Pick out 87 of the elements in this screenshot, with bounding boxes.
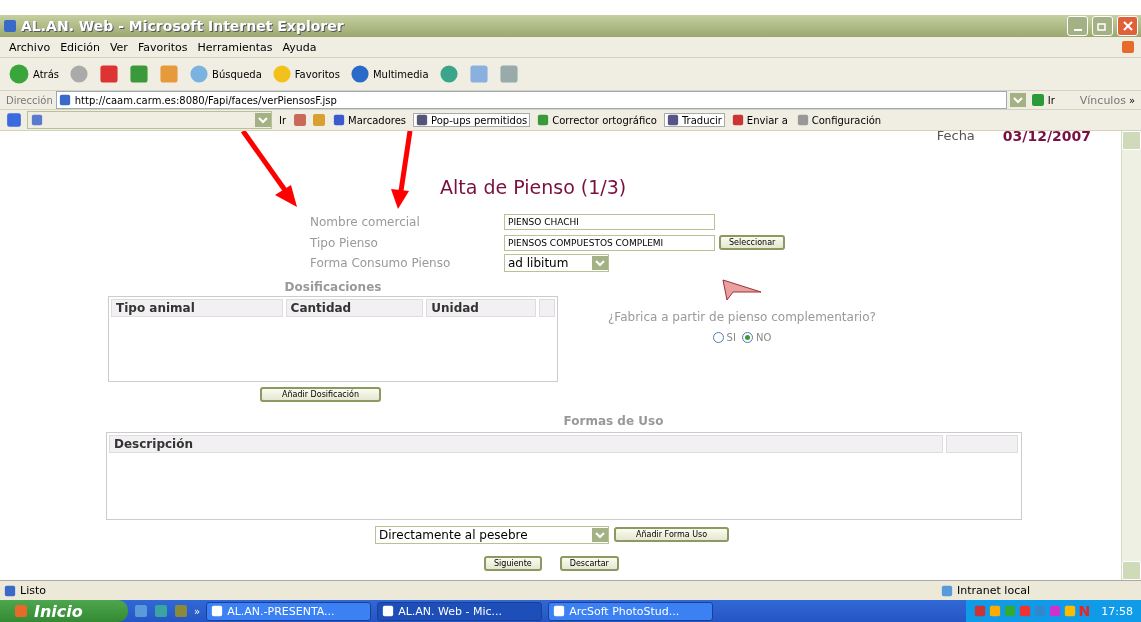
empty-column-header: [539, 298, 555, 317]
google-toolbar-button[interactable]: Corrector ortográfico: [535, 114, 659, 126]
toolbar-button[interactable]: Búsqueda: [187, 64, 264, 84]
select-field[interactable]: Directamente al pesebre: [375, 525, 609, 544]
section-title: Dosificaciones: [284, 279, 382, 294]
links-label[interactable]: Vínculos: [1079, 93, 1126, 107]
menu-item[interactable]: Herramientas: [194, 40, 276, 54]
toolbar-glyph-icon: [666, 114, 679, 126]
add-use-button[interactable]: Añadir Forma Uso: [614, 527, 730, 542]
close-button[interactable]: [1117, 16, 1138, 36]
taskbar-button[interactable]: AL.AN.-PRESENTA...: [206, 601, 372, 621]
field-label: Forma Consumo Pienso: [310, 256, 452, 271]
toolbar-glyph-icon: [312, 113, 327, 127]
column-header: Cantidad: [285, 298, 424, 317]
scroll-down-button[interactable]: [1122, 561, 1141, 580]
status-text: Listo: [20, 584, 47, 597]
window-title: AL.AN. Web - Microsoft Internet Explorer: [21, 18, 345, 34]
toolbar-glyph-icon: [293, 113, 308, 127]
field-label: Nombre comercial: [310, 215, 421, 230]
page-heading: Alta de Pienso (1/3): [440, 176, 628, 198]
empty-column-header: [946, 434, 1018, 453]
toolbar-button[interactable]: Favoritos: [269, 64, 342, 84]
toolbar-glyph-icon: [333, 114, 346, 126]
zone-text: Intranet local: [957, 584, 1031, 597]
go-button[interactable]: Ir: [1028, 93, 1057, 107]
menu-item[interactable]: Edición: [57, 40, 103, 54]
minimize-icon: [1073, 29, 1082, 31]
app-icon: [211, 605, 224, 617]
google-search-field[interactable]: [27, 111, 272, 129]
menu-item[interactable]: Favoritos: [134, 40, 191, 54]
toolbar-glyph-icon: [796, 114, 809, 126]
address-field[interactable]: http://caam.carm.es:8080/Fapi/faces/verPiensosF.jsp: [55, 91, 1007, 109]
tray-icon[interactable]: [1003, 605, 1016, 617]
quick-launch-icon[interactable]: [174, 604, 188, 618]
action-button[interactable]: Siguiente: [484, 555, 542, 571]
quick-launch-icon[interactable]: [134, 604, 148, 618]
google-toolbar-button[interactable]: Enviar a: [729, 114, 790, 126]
app-icon: [382, 605, 395, 617]
vertical-scrollbar[interactable]: [1121, 131, 1141, 580]
menu-item[interactable]: Ayuda: [279, 40, 320, 54]
menu-item[interactable]: Archivo: [6, 40, 54, 54]
scroll-up-button[interactable]: [1122, 131, 1141, 150]
toolbar-glyph-icon: [537, 114, 550, 126]
quick-launch-icon[interactable]: [154, 604, 168, 618]
column-header: Descripción: [109, 434, 943, 453]
tray-icon[interactable]: [1033, 605, 1046, 617]
minimize-button[interactable]: [1067, 16, 1088, 36]
google-toolbar-button[interactable]: Pop-ups permitidos: [413, 113, 531, 127]
menu-item[interactable]: Ver: [106, 40, 131, 54]
add-dosage-button[interactable]: Añadir Dosificación: [260, 386, 381, 402]
text-field[interactable]: PIENSOS COMPUESTOS COMPLEMI: [504, 234, 715, 251]
google-toolbar-button[interactable]: Marcadores: [331, 114, 409, 126]
select-button[interactable]: Seleccionar: [719, 235, 786, 251]
field-label: Tipo Pienso: [310, 235, 379, 250]
chevron-label[interactable]: »: [194, 605, 201, 617]
toolbar-button[interactable]: Atrás: [6, 63, 62, 85]
tray-icon[interactable]: [988, 605, 1001, 617]
column-header: Unidad: [426, 298, 536, 317]
google-toolbar-button[interactable]: Configuración: [794, 114, 884, 126]
taskbar-button[interactable]: AL.AN. Web - Mic...: [377, 601, 543, 621]
restore-icon: [1096, 21, 1109, 31]
date-label: Fecha: [936, 128, 975, 140]
question-text: ¿Fabrica a partir de pienso complementario?: [608, 309, 876, 324]
toolbar-glyph-icon: [731, 114, 744, 126]
google-go-button[interactable]: Ir: [277, 114, 289, 126]
radio-option[interactable]: NO: [741, 331, 772, 343]
google-toolbar-button[interactable]: Traducir: [663, 113, 725, 127]
action-button[interactable]: Descartar: [559, 555, 619, 571]
chevron-label[interactable]: »: [1128, 94, 1135, 106]
taskbar-button[interactable]: ArcSoft PhotoStud...: [548, 601, 714, 621]
restore-button[interactable]: [1092, 16, 1113, 36]
app-icon: [553, 605, 566, 617]
pointer-icon: [720, 277, 763, 302]
close-icon: [1121, 20, 1134, 32]
tray-icon[interactable]: [1018, 605, 1031, 617]
select-field[interactable]: ad libitum: [504, 254, 609, 273]
address-label: Dirección: [6, 94, 53, 106]
text-field[interactable]: PIENSO CHACHI: [504, 214, 715, 231]
tray-icon[interactable]: [1048, 605, 1061, 617]
toolbar-glyph-icon: [416, 114, 429, 126]
section-title: Formas de Uso: [563, 413, 664, 428]
clock: 17:58: [1101, 604, 1133, 618]
toolbar-button[interactable]: Multimedia: [347, 64, 431, 84]
tray-icon[interactable]: [973, 605, 986, 617]
start-button[interactable]: Inicio: [0, 600, 128, 622]
column-header: Tipo animal: [111, 298, 283, 317]
tray-icon[interactable]: [1063, 605, 1076, 617]
